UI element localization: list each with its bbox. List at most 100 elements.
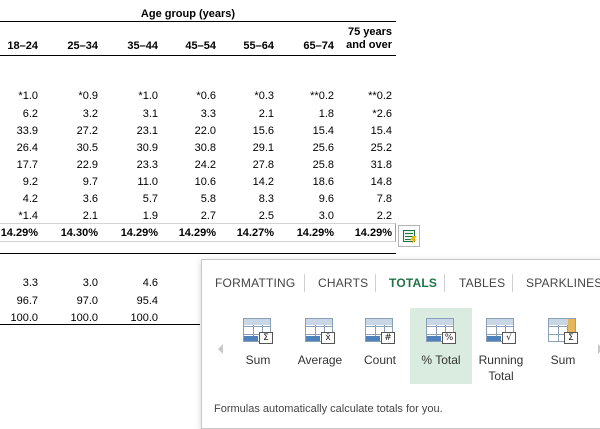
table-cell[interactable]: 23.1 — [98, 125, 158, 138]
summary-cell[interactable]: 95.4 — [98, 295, 158, 308]
quick-analysis-panel: FORMATTING CHARTS TOTALS TABLES SPARKLIN… — [201, 259, 600, 429]
count-icon: # — [365, 318, 395, 344]
col-header-65-74: 65–74 — [303, 40, 334, 52]
table-cell[interactable]: 2.5 — [214, 210, 274, 223]
tab-formatting[interactable]: FORMATTING — [215, 276, 295, 290]
totals-average-button[interactable]: x̄ Average — [289, 308, 351, 384]
table-cell[interactable]: 22.9 — [38, 159, 98, 172]
bottom-rule — [0, 324, 200, 325]
table-cell[interactable]: 3.3 — [156, 108, 216, 121]
percent-cell[interactable]: 14.29% — [156, 227, 216, 240]
table-cell[interactable]: 2.1 — [214, 108, 274, 121]
col-header-75-line1: 75 years — [347, 26, 392, 38]
table-cell[interactable]: 3.2 — [38, 108, 98, 121]
table-cell[interactable]: 15.4 — [332, 125, 392, 138]
table-cell[interactable]: *0.6 — [156, 90, 216, 103]
table-cell[interactable]: 14.2 — [214, 176, 274, 189]
table-cell[interactable]: 24.2 — [156, 159, 216, 172]
option-label: Running Total — [470, 352, 532, 384]
table-cell[interactable]: 11.0 — [98, 176, 158, 189]
summary-cell[interactable]: 96.7 — [0, 295, 38, 308]
summary-cell[interactable]: 97.0 — [38, 295, 98, 308]
col-header-75-plus: 75 years and over — [334, 26, 392, 52]
table-cell[interactable]: 7.8 — [332, 193, 392, 206]
table-cell[interactable]: 2.7 — [156, 210, 216, 223]
table-cell[interactable]: 29.1 — [214, 142, 274, 155]
percent-cell[interactable]: 14.30% — [38, 227, 98, 240]
sum-column-icon: Σ — [548, 318, 578, 344]
table-cell[interactable]: 26.4 — [0, 142, 38, 155]
table-cell[interactable]: 3.0 — [274, 210, 334, 223]
table-cell[interactable]: 6.2 — [0, 108, 38, 121]
table-cell[interactable]: 8.3 — [214, 193, 274, 206]
table-cell[interactable]: *0.3 — [214, 90, 274, 103]
table-cell[interactable]: 10.6 — [156, 176, 216, 189]
table-cell[interactable]: 25.6 — [274, 142, 334, 155]
running-total-icon: √ — [486, 318, 516, 344]
col-header-18-24: 18–24 — [7, 40, 38, 52]
age-group-header: Age group (years) — [140, 8, 236, 20]
table-cell[interactable]: 3.1 — [98, 108, 158, 121]
table-cell[interactable]: 2.2 — [332, 210, 392, 223]
totals-running-total-button[interactable]: √ Running Total — [470, 308, 532, 388]
summary-cell[interactable]: 4.6 — [98, 277, 158, 290]
table-cell[interactable]: 15.4 — [274, 125, 334, 138]
tab-sparklines[interactable]: SPARKLINES — [526, 276, 600, 290]
table-cell[interactable]: 9.6 — [274, 193, 334, 206]
summary-cell[interactable]: 3.0 — [38, 277, 98, 290]
table-cell[interactable]: 23.3 — [98, 159, 158, 172]
totals-sum-button[interactable]: Σ Sum — [227, 308, 289, 384]
table-cell[interactable]: 25.8 — [274, 159, 334, 172]
tab-charts[interactable]: CHARTS — [318, 276, 368, 290]
table-cell[interactable]: 1.8 — [274, 108, 334, 121]
percent-cell[interactable]: 14.29% — [0, 227, 38, 240]
table-cell[interactable]: 31.8 — [332, 159, 392, 172]
summary-cell[interactable]: 3.3 — [0, 277, 38, 290]
tab-divider — [304, 274, 305, 292]
table-cell[interactable]: 2.1 — [38, 210, 98, 223]
table-cell[interactable]: 9.2 — [0, 176, 38, 189]
tab-tables[interactable]: TABLES — [459, 276, 505, 290]
table-cell[interactable]: 30.8 — [156, 142, 216, 155]
col-header-45-54: 45–54 — [185, 40, 216, 52]
percent-cell[interactable]: 14.29% — [332, 227, 392, 240]
tab-divider — [444, 274, 445, 292]
col-header-55-64: 55–64 — [243, 40, 274, 52]
table-cell[interactable]: *2.6 — [332, 108, 392, 121]
table-cell[interactable]: 5.7 — [98, 193, 158, 206]
table-cell[interactable]: 5.8 — [156, 193, 216, 206]
table-cell[interactable]: 27.8 — [214, 159, 274, 172]
table-cell[interactable]: 33.9 — [0, 125, 38, 138]
percent-cell[interactable]: 14.29% — [98, 227, 158, 240]
table-cell[interactable]: 30.9 — [98, 142, 158, 155]
table-cell[interactable]: *1.0 — [98, 90, 158, 103]
totals-sum-column-button[interactable]: Σ Sum — [532, 308, 594, 384]
table-cell[interactable]: 9.7 — [38, 176, 98, 189]
table-cell[interactable]: *0.9 — [38, 90, 98, 103]
tab-totals[interactable]: TOTALS — [389, 276, 437, 290]
table-cell[interactable]: 17.7 — [0, 159, 38, 172]
totals-count-button[interactable]: # Count — [349, 308, 411, 384]
percent-cell[interactable]: 14.29% — [274, 227, 334, 240]
table-cell[interactable]: *1.4 — [0, 210, 38, 223]
table-cell[interactable]: 27.2 — [38, 125, 98, 138]
column-header-rule — [0, 55, 396, 56]
table-cell[interactable]: 25.2 — [332, 142, 392, 155]
table-cell[interactable]: 3.6 — [38, 193, 98, 206]
table-cell[interactable]: *1.0 — [0, 90, 38, 103]
table-cell[interactable]: 30.5 — [38, 142, 98, 155]
table-cell[interactable]: **0.2 — [274, 90, 334, 103]
table-cell[interactable]: 15.6 — [214, 125, 274, 138]
scroll-left-icon[interactable] — [218, 344, 223, 354]
option-label: Count — [363, 353, 397, 367]
table-cell[interactable]: 1.9 — [98, 210, 158, 223]
average-icon: x̄ — [305, 318, 335, 344]
table-cell[interactable]: 22.0 — [156, 125, 216, 138]
table-cell[interactable]: 4.2 — [0, 193, 38, 206]
totals-percent-total-button[interactable]: % % Total — [410, 308, 472, 384]
percent-cell[interactable]: 14.27% — [214, 227, 274, 240]
table-cell[interactable]: 14.8 — [332, 176, 392, 189]
table-cell[interactable]: 18.6 — [274, 176, 334, 189]
quick-analysis-button[interactable] — [398, 225, 420, 247]
table-cell[interactable]: **0.2 — [332, 90, 392, 103]
